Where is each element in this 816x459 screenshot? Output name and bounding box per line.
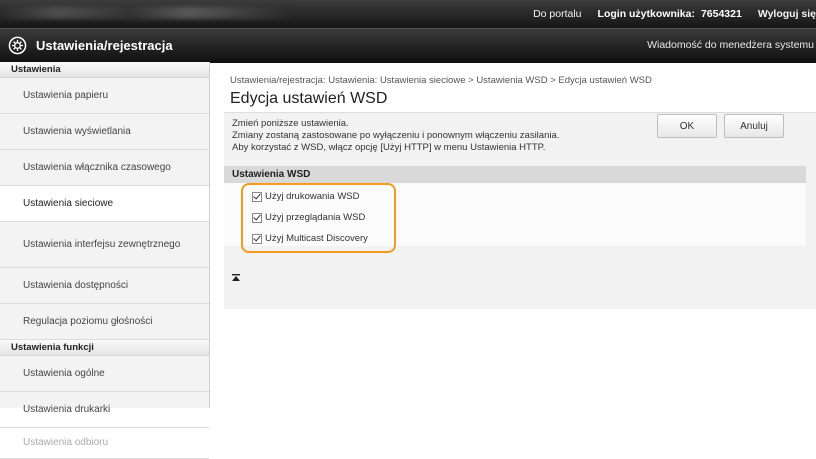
title-bar: Ustawienia/rejestracja Wiadomość do mene… [0,28,816,63]
login-label: Login użytkownika: [597,8,695,20]
sidebar-item-receive[interactable]: Ustawienia odbioru [0,428,209,459]
breadcrumb: Ustawienia/rejestracja: Ustawienia: Usta… [230,75,652,86]
sidebar-item-display[interactable]: Ustawienia wyświetlania [0,114,209,150]
blurred-header-area [0,7,290,19]
message-to-manager-link[interactable]: Wiadomość do menedżera systemu [647,39,814,51]
option-multicast-discovery[interactable]: Użyj Multicast Discovery [252,233,368,244]
cancel-button[interactable]: Anuluj [724,114,784,138]
option-wsd-print-label: Użyj drukowania WSD [265,191,360,202]
logout-link[interactable]: Wyloguj się [758,8,816,20]
sidebar-item-paper[interactable]: Ustawienia papieru [0,78,209,114]
app-title: Ustawienia/rejestracja [36,38,173,53]
sidebar: Ustawienia Ustawienia papieru Ustawienia… [0,62,210,459]
description-line-1: Zmień poniższe ustawienia. [232,118,349,129]
login-value: 7654321 [700,8,742,20]
wsd-settings-header: Ustawienia WSD [224,166,806,183]
portal-link[interactable]: Do portalu [533,8,581,20]
checkbox-wsd-browse[interactable] [252,212,262,223]
description: Zmień poniższe ustawienia. Zmiany zostan… [232,118,559,154]
login-info: Login użytkownika: 7654321 [598,8,742,20]
option-wsd-print[interactable]: Użyj drukowania WSD [252,191,360,202]
sidebar-item-accessibility[interactable]: Ustawienia dostępności [0,268,209,304]
checkbox-wsd-print[interactable] [252,191,262,202]
sidebar-item-interface[interactable]: Ustawienia interfejsu zewnętrznego [0,222,209,268]
back-to-top-icon[interactable] [231,273,241,283]
sidebar-header-functions: Ustawienia funkcji [0,340,209,356]
sidebar-item-general[interactable]: Ustawienia ogólne [0,356,209,392]
sidebar-item-volume[interactable]: Regulacja poziomu głośności [0,304,209,340]
top-bar-links: Do portalu Login użytkownika: 7654321 Wy… [533,0,816,28]
ok-button[interactable]: OK [657,114,717,138]
option-wsd-browse-label: Użyj przeglądania WSD [265,212,366,223]
settings-logo-icon [8,36,27,55]
sidebar-header-settings: Ustawienia [0,62,209,78]
sidebar-item-printer[interactable]: Ustawienia drukarki [0,392,209,428]
checkbox-multicast-discovery[interactable] [252,233,262,244]
description-line-2: Zmiany zostaną zastosowane po wyłączeniu… [232,130,560,141]
option-wsd-browse[interactable]: Użyj przeglądania WSD [252,212,365,223]
page-title: Edycja ustawień WSD [230,90,388,107]
top-bar: Do portalu Login użytkownika: 7654321 Wy… [0,0,816,28]
option-multicast-discovery-label: Użyj Multicast Discovery [265,233,368,244]
sidebar-item-network[interactable]: Ustawienia sieciowe [0,186,209,222]
sidebar-item-timer[interactable]: Ustawienia włącznika czasowego [0,150,209,186]
description-line-3: Aby korzystać z WSD, włącz opcję [Użyj H… [232,142,546,153]
wsd-settings-title: Ustawienia WSD [232,169,311,180]
